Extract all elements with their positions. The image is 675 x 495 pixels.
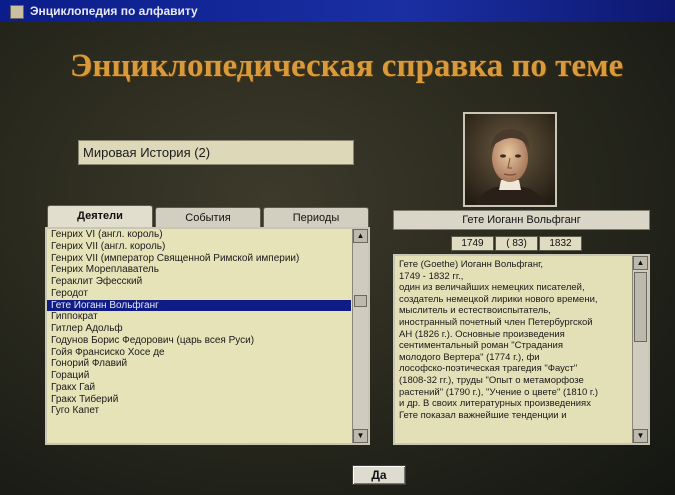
title-bar: Энциклопедия по алфавиту [0, 0, 675, 22]
list-item[interactable]: Геродот [47, 288, 351, 300]
description-line: молодого Вертера" (1774 г.), фи [399, 351, 540, 363]
description-line: 1749 - 1832 гг., [399, 270, 464, 282]
description-line: растений" (1790 г.), "Учение о цвете" (1… [399, 386, 599, 398]
ok-button[interactable]: Да [352, 465, 406, 485]
scroll-up-button[interactable]: ▲ [353, 229, 368, 243]
list-item[interactable]: Генрих Мореплаватель [47, 264, 351, 276]
description-line: один из величайших немецких писателей, [399, 282, 585, 294]
description-line: Гете (Goethe) Иоганн Вольфганг, [399, 259, 544, 270]
desc-scroll-down-button[interactable]: ▼ [633, 429, 648, 443]
birth-year: 1749 [451, 236, 494, 251]
list-item[interactable]: Гуго Капет [47, 405, 351, 417]
desc-scroll-thumb[interactable] [634, 272, 647, 342]
age-at-death: ( 83) [495, 236, 538, 251]
list-item[interactable]: Генрих VII (император Священной Римской … [47, 253, 351, 265]
list-item[interactable]: Гойя Франсиско Хосе де [47, 347, 351, 359]
person-portrait [463, 112, 557, 207]
person-name: Гете Иоганн Вольфганг [393, 210, 650, 230]
list-item[interactable]: Гиппократ [47, 311, 351, 323]
desc-scroll-up-button[interactable]: ▲ [633, 256, 648, 270]
list-tabs: Деятели События Периоды [45, 205, 370, 229]
list-scrollbar[interactable]: ▲ ▼ [352, 229, 368, 443]
list-item[interactable]: Гераклит Эфесский [47, 276, 351, 288]
description-line: иностранный почетный член Петербургской [399, 316, 593, 328]
list-item[interactable]: Гонорий Флавий [47, 358, 351, 370]
scroll-down-button[interactable]: ▼ [353, 429, 368, 443]
window-title: Энциклопедия по алфавиту [30, 4, 198, 18]
tab-events[interactable]: События [155, 207, 261, 229]
list-item[interactable]: Годунов Борис Федорович (царь всея Руси) [47, 335, 351, 347]
description-line: сентиментальный роман "Страдания [399, 340, 563, 352]
description-line: Гете показал важнейшие тенденции и [399, 409, 567, 421]
portrait-image [465, 114, 555, 205]
description-line: лософско-поэтическая трагедия "Фауст" [399, 363, 578, 375]
topic-field: Мировая История (2) [78, 140, 354, 165]
tab-figures[interactable]: Деятели [47, 205, 153, 229]
description-line: создатель немецкой лирики нового времени… [399, 293, 598, 305]
description-box[interactable]: Гете (Goethe) Иоганн Вольфганг, 1749 - 18… [393, 254, 650, 445]
list-item[interactable]: Генрих VI (англ. король) [47, 229, 351, 241]
list-item[interactable]: Гораций [47, 370, 351, 382]
list-item[interactable]: Гракх Гай [47, 382, 351, 394]
tab-periods[interactable]: Периоды [263, 207, 369, 229]
page-heading: Энциклопедическая справка по теме [70, 48, 624, 84]
list-item[interactable]: Гракх Тиберий [47, 394, 351, 406]
list-item[interactable]: Гитлер Адольф [47, 323, 351, 335]
app-icon [10, 4, 24, 19]
figures-list-items: Генрих VI (англ. король) Генрих VII (англ… [47, 229, 368, 417]
scroll-thumb[interactable] [354, 295, 367, 307]
description-line: (1808-32 гг.), труды "Опыт о метаморфозе [399, 374, 584, 386]
figures-list[interactable]: Генрих VI (англ. король) Генрих VII (англ… [45, 227, 370, 445]
description-line: и др. В своих литературных произведениях [399, 398, 591, 410]
description-text: Гете (Goethe) Иоганн Вольфганг, 1749 - 18… [395, 256, 632, 421]
list-item[interactable]: Генрих VII (англ. король) [47, 241, 351, 253]
description-scrollbar[interactable]: ▲ ▼ [632, 256, 648, 443]
list-item[interactable]: Гете Иоганн Вольфганг [47, 299, 351, 312]
encyclopedia-window: Энциклопедия по алфавиту Энциклопедическ… [0, 0, 675, 495]
description-line: мыслитель и естествоиспытатель, [399, 305, 551, 317]
death-year: 1832 [539, 236, 582, 251]
description-line: АН (1826 г.). Основные произведения [399, 328, 565, 340]
